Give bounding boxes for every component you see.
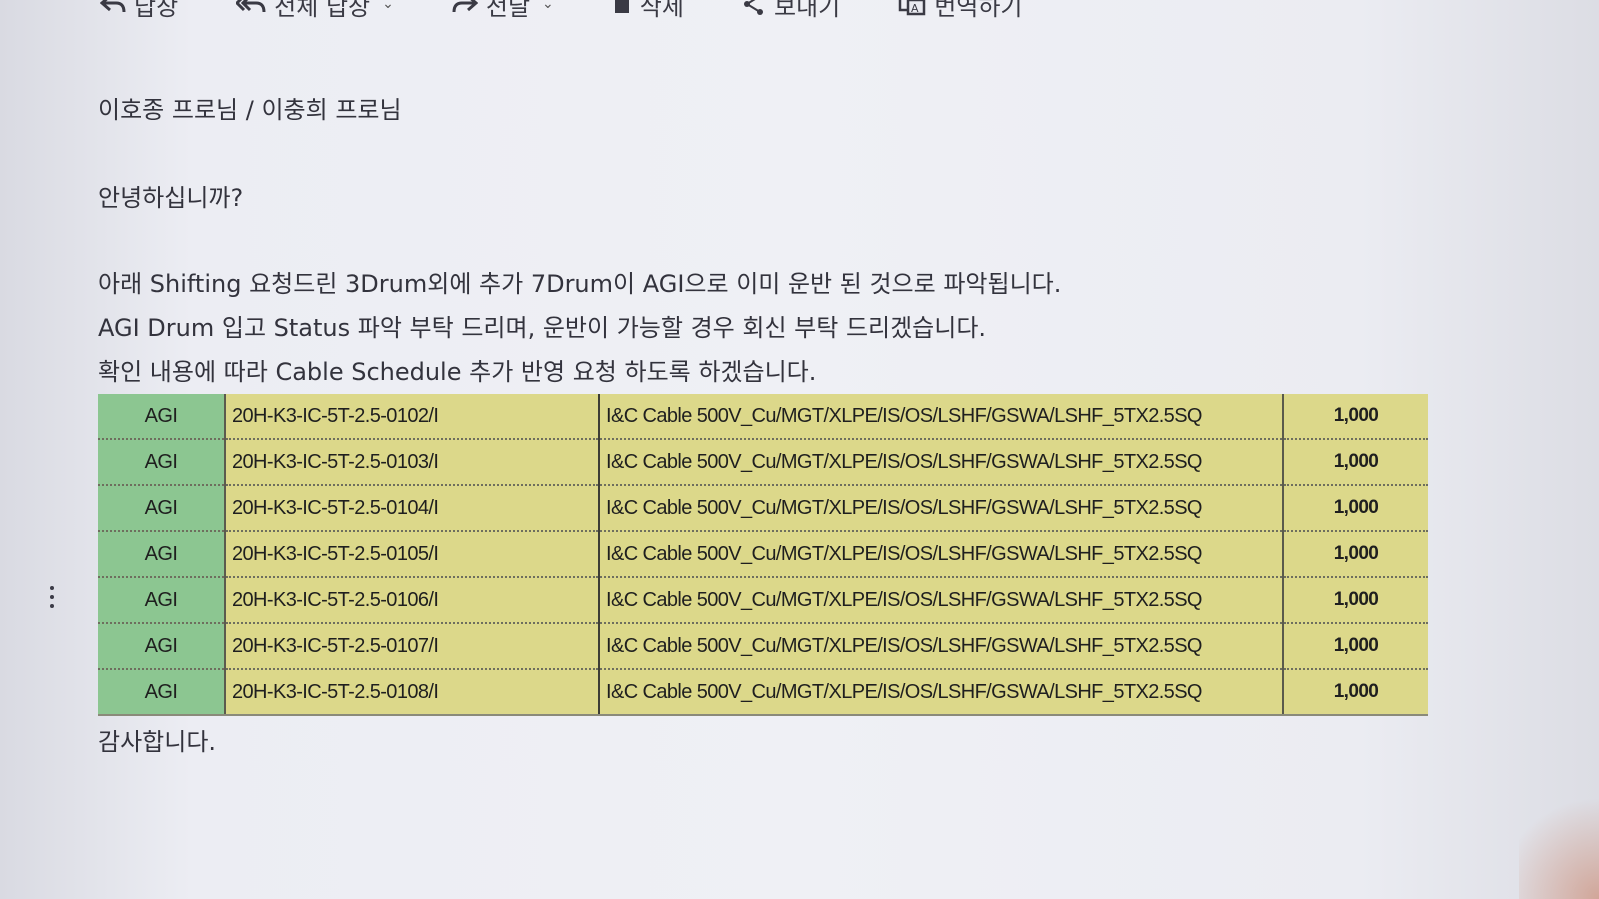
table-row: AGI 20H-K3-IC-5T-2.5-0102/I I&C Cable 50… — [98, 394, 1428, 440]
reply-all-label: 전체 답장 — [274, 0, 371, 21]
recipients-line: 이호종 프로님 / 이충희 프로님 — [98, 96, 402, 124]
cable-drum-table: AGI 20H-K3-IC-5T-2.5-0102/I I&C Cable 50… — [98, 394, 1428, 716]
table-row: AGI 20H-K3-IC-5T-2.5-0108/I I&C Cable 50… — [98, 669, 1428, 716]
cable-description-cell: I&C Cable 500V_Cu/MGT/XLPE/IS/OS/LSHF/GS… — [599, 485, 1284, 532]
reply-button[interactable]: 답장 — [100, 0, 178, 22]
trash-icon — [614, 0, 629, 13]
cable-tag-cell: 20H-K3-IC-5T-2.5-0105/I — [225, 531, 600, 578]
send-button[interactable]: 보내기 — [742, 0, 840, 22]
email-viewer: 답장 전체 답장 ⌄ 전달 ⌄ 삭제 보내기 A 번역하기 이호종 프로님 / … — [0, 0, 1599, 899]
delete-label: 삭제 — [639, 0, 684, 21]
handle-dot — [50, 586, 54, 590]
table-row: AGI 20H-K3-IC-5T-2.5-0107/I I&C Cable 50… — [98, 623, 1428, 670]
location-cell: AGI — [98, 577, 226, 624]
table-row: AGI 20H-K3-IC-5T-2.5-0104/I I&C Cable 50… — [98, 485, 1428, 532]
message-body: 이호종 프로님 / 이충희 프로님 안녕하십니까? 아래 Shifting 요청… — [98, 88, 1428, 764]
forward-button[interactable]: 전달 ⌄ — [452, 0, 554, 22]
send-label: 보내기 — [773, 0, 841, 21]
cable-tag-cell: 20H-K3-IC-5T-2.5-0106/I — [225, 577, 600, 624]
forward-label: 전달 — [485, 0, 531, 21]
reply-all-icon — [236, 0, 266, 13]
cable-description-cell: I&C Cable 500V_Cu/MGT/XLPE/IS/OS/LSHF/GS… — [599, 623, 1284, 670]
cable-tag-cell: 20H-K3-IC-5T-2.5-0107/I — [225, 623, 600, 670]
handle-dot — [50, 595, 54, 599]
body-line: 확인 내용에 따라 Cable Schedule 추가 반영 요청 하도록 하겠… — [98, 358, 817, 386]
svg-text:A: A — [911, 2, 919, 15]
body-line: AGI Drum 입고 Status 파악 부탁 드리며, 운반이 가능할 경우… — [98, 314, 987, 342]
quantity-cell: 1,000 — [1283, 485, 1428, 532]
quantity-cell: 1,000 — [1283, 623, 1428, 670]
location-cell: AGI — [98, 669, 226, 716]
photo-edge-shadow — [1519, 779, 1599, 899]
quantity-cell: 1,000 — [1283, 439, 1428, 486]
cable-tag-cell: 20H-K3-IC-5T-2.5-0103/I — [225, 439, 600, 486]
cable-tag-cell: 20H-K3-IC-5T-2.5-0102/I — [225, 394, 600, 440]
handle-dot — [50, 604, 54, 608]
location-cell: AGI — [98, 394, 226, 440]
reply-icon — [100, 0, 126, 13]
cable-description-cell: I&C Cable 500V_Cu/MGT/XLPE/IS/OS/LSHF/GS… — [599, 669, 1284, 716]
location-cell: AGI — [98, 531, 226, 578]
panel-resize-handle[interactable] — [50, 586, 54, 608]
greeting-line: 안녕하십니까? — [98, 184, 244, 212]
forward-icon — [452, 0, 478, 13]
table-row: AGI 20H-K3-IC-5T-2.5-0105/I I&C Cable 50… — [98, 531, 1428, 578]
location-cell: AGI — [98, 623, 226, 670]
cable-tag-cell: 20H-K3-IC-5T-2.5-0104/I — [225, 485, 600, 532]
table-row: AGI 20H-K3-IC-5T-2.5-0103/I I&C Cable 50… — [98, 439, 1428, 486]
cable-tag-cell: 20H-K3-IC-5T-2.5-0108/I — [225, 669, 600, 716]
location-cell: AGI — [98, 485, 226, 532]
translate-label: 번역하기 — [934, 0, 1023, 21]
quantity-cell: 1,000 — [1283, 577, 1428, 624]
share-icon — [743, 0, 763, 15]
quantity-cell: 1,000 — [1283, 669, 1428, 716]
reply-all-button[interactable]: 전체 답장 ⌄ — [236, 0, 394, 22]
cable-description-cell: I&C Cable 500V_Cu/MGT/XLPE/IS/OS/LSHF/GS… — [599, 577, 1284, 624]
location-cell: AGI — [98, 439, 226, 486]
quantity-cell: 1,000 — [1283, 394, 1428, 440]
cable-description-cell: I&C Cable 500V_Cu/MGT/XLPE/IS/OS/LSHF/GS… — [599, 394, 1284, 440]
chevron-down-icon[interactable]: ⌄ — [382, 0, 394, 12]
cable-description-cell: I&C Cable 500V_Cu/MGT/XLPE/IS/OS/LSHF/GS… — [599, 531, 1284, 578]
message-toolbar: 답장 전체 답장 ⌄ 전달 ⌄ 삭제 보내기 A 번역하기 — [100, 0, 1081, 24]
body-line: 아래 Shifting 요청드린 3Drum외에 추가 7Drum이 AGI으로… — [98, 270, 1062, 298]
delete-button[interactable]: 삭제 — [612, 0, 684, 22]
translate-button[interactable]: A 번역하기 — [898, 0, 1023, 22]
reply-label: 답장 — [134, 0, 179, 21]
translate-icon: A — [898, 0, 926, 16]
cable-description-cell: I&C Cable 500V_Cu/MGT/XLPE/IS/OS/LSHF/GS… — [599, 439, 1284, 486]
chevron-down-icon[interactable]: ⌄ — [542, 0, 554, 12]
table-row: AGI 20H-K3-IC-5T-2.5-0106/I I&C Cable 50… — [98, 577, 1428, 624]
quantity-cell: 1,000 — [1283, 531, 1428, 578]
closing-line: 감사합니다. — [98, 728, 217, 756]
